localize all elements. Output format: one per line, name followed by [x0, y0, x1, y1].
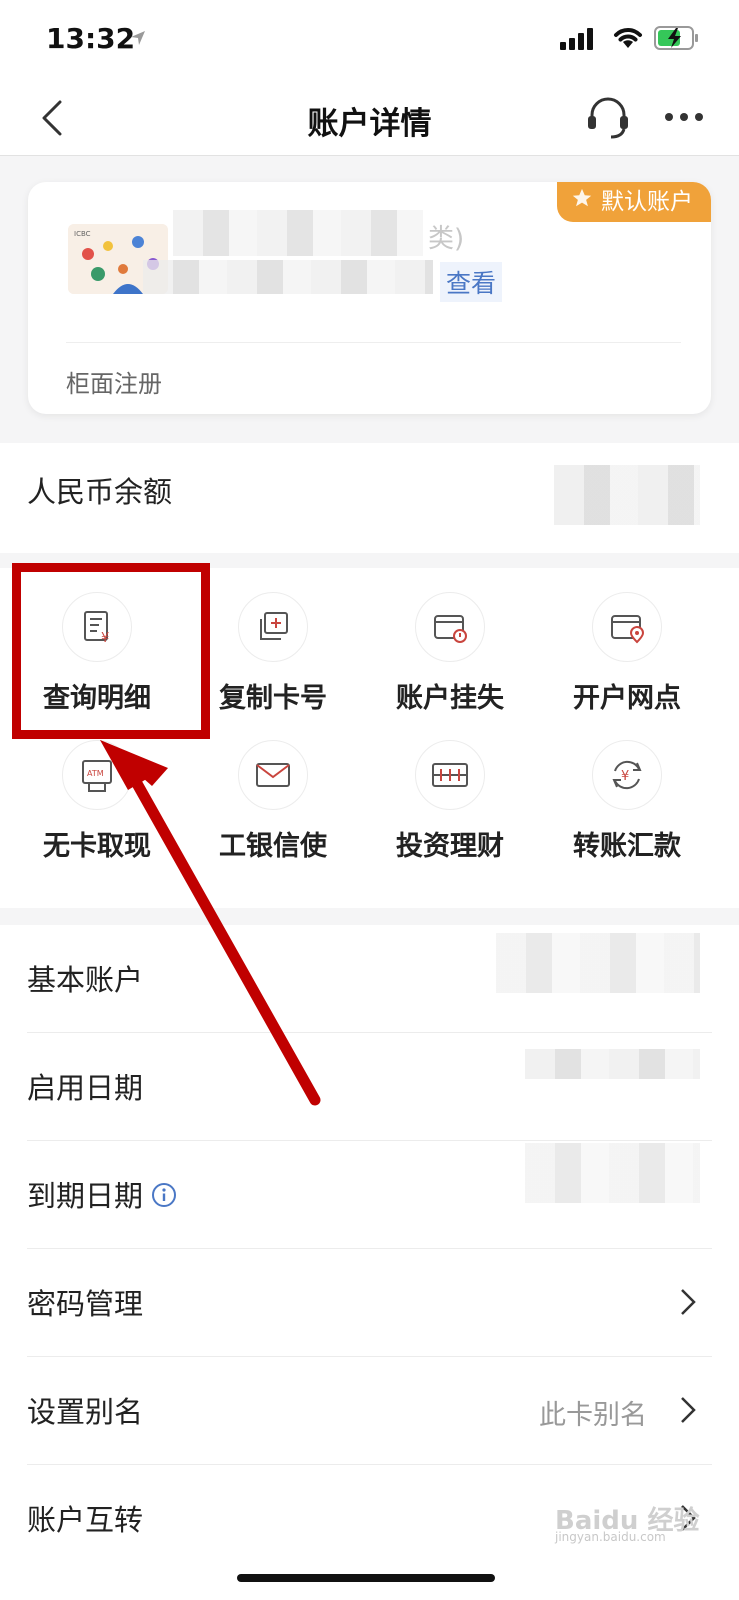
baidu-watermark-url: jingyan.baidu.com: [555, 1530, 666, 1544]
pointer-arrow-annotation: [100, 740, 321, 1106]
home-indicator[interactable]: [237, 1574, 495, 1582]
account-details-screen: 13:32 账户详情 默认账户 ICBC 类) 查看 柜面注册 人民币余额 ¥ …: [0, 0, 739, 1600]
